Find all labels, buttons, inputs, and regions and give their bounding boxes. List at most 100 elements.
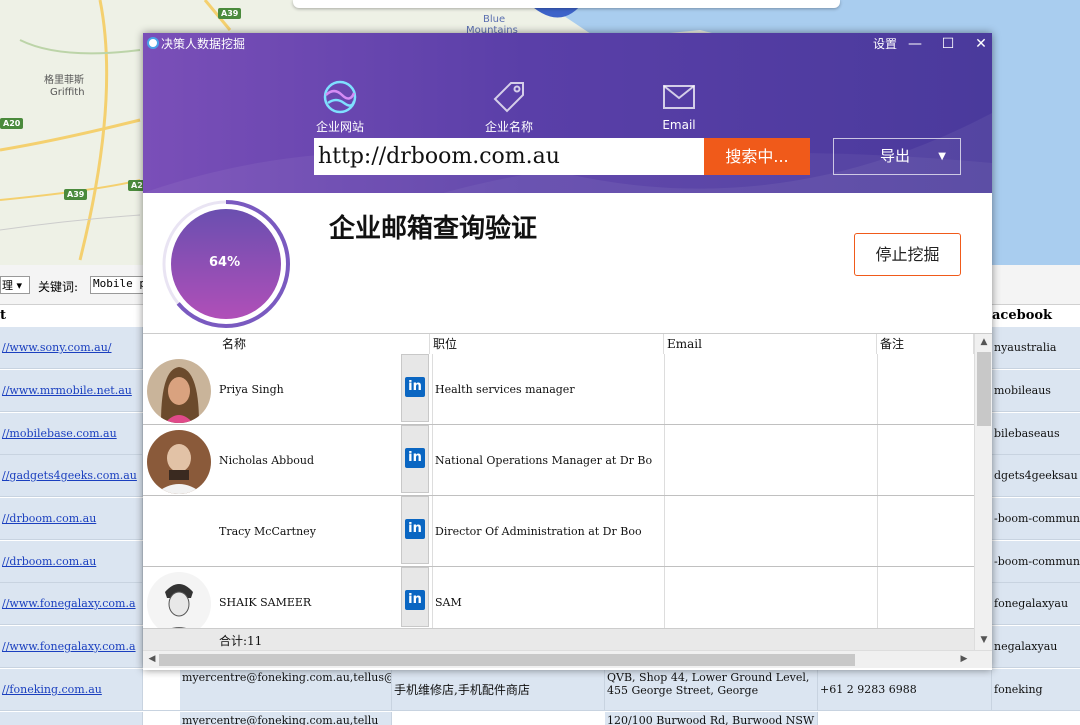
export-label: 导出 bbox=[880, 147, 911, 165]
table-row: myercentre@foneking.com.au,tellu 120/100… bbox=[0, 712, 1080, 725]
avatar bbox=[147, 572, 211, 636]
road-shield: A20 bbox=[0, 118, 24, 129]
tab-label: 企业名称 bbox=[484, 120, 533, 134]
scroll-right-icon[interactable]: ▶ bbox=[955, 654, 973, 664]
tag-icon bbox=[489, 78, 529, 116]
tab-label: Email bbox=[662, 118, 696, 132]
table-row[interactable]: Priya Singh in Health services manager bbox=[143, 354, 974, 425]
linkedin-icon[interactable]: in bbox=[405, 448, 425, 468]
avatar bbox=[147, 430, 211, 494]
facebook-cell: -boom-communic s-498650420145 bbox=[992, 498, 1080, 539]
person-name: Priya Singh bbox=[219, 383, 284, 396]
section-title: 企业邮箱查询验证 bbox=[329, 214, 538, 244]
main-window: 决策人数据挖掘 设置 — ☐ ✕ 企业网站 企业名称 Email http://… bbox=[143, 33, 992, 670]
website-link[interactable] bbox=[0, 712, 143, 725]
progress-percent: 64% bbox=[209, 255, 241, 270]
linkedin-cell: in bbox=[401, 425, 429, 493]
facebook-cell: nyaustralia bbox=[992, 327, 1080, 368]
facebook-cell: bilebaseaus bbox=[992, 413, 1080, 454]
linkedin-icon[interactable]: in bbox=[405, 519, 425, 539]
avatar bbox=[147, 359, 211, 423]
website-link[interactable]: //drboom.com.au bbox=[0, 498, 143, 539]
website-link[interactable]: //www.mrmobile.net.au bbox=[0, 370, 143, 411]
minimize-button[interactable]: — bbox=[904, 33, 926, 55]
road-shield: A39 bbox=[218, 8, 242, 19]
table-row: //foneking.com.au myercentre@foneking.co… bbox=[0, 669, 1080, 711]
tab-company-name[interactable]: 企业名称 bbox=[469, 78, 549, 135]
facebook-cell: foneking bbox=[992, 669, 1080, 710]
column-header-position: 职位 bbox=[430, 334, 664, 354]
person-name: SHAIK SAMEER bbox=[219, 596, 312, 609]
address-cell: 120/100 Burwood Rd, Burwood NSW bbox=[605, 712, 818, 725]
scroll-thumb[interactable] bbox=[977, 352, 991, 426]
email-cell: myercentre@foneking.com.au,tellu bbox=[180, 712, 392, 725]
website-link[interactable]: //mobilebase.com.au bbox=[0, 413, 143, 454]
table-row[interactable]: Tracy McCartney in Director Of Administr… bbox=[143, 496, 974, 567]
progress-area: 64% 企业邮箱查询验证 停止挖掘 bbox=[143, 193, 992, 333]
table-row[interactable]: Nicholas Abboud in National Operations M… bbox=[143, 425, 974, 496]
settings-button[interactable]: 设置 bbox=[873, 35, 897, 52]
person-position: National Operations Manager at Dr Bo bbox=[432, 425, 662, 495]
stop-mining-button[interactable]: 停止挖掘 bbox=[854, 233, 961, 276]
email-cell: myercentre@foneking.com.au,tellus@foneki… bbox=[180, 669, 392, 710]
people-table: 名称 职位 Email 备注 Priya Singh in Health ser… bbox=[143, 333, 992, 670]
linkedin-icon[interactable]: in bbox=[405, 377, 425, 397]
window-title: 决策人数据挖掘 bbox=[161, 37, 246, 51]
column-header-website: t bbox=[0, 308, 7, 323]
map-place-label: 格里菲斯 bbox=[44, 75, 84, 86]
export-button[interactable]: 导出 ▼ bbox=[833, 138, 961, 175]
map-popup bbox=[293, 0, 840, 8]
facebook-cell: dgets4geeksau bbox=[992, 455, 1080, 496]
table-footer: 合计:11 bbox=[143, 628, 974, 650]
map-place-label: Griffith bbox=[50, 87, 85, 98]
website-link[interactable]: //www.sony.com.au/ bbox=[0, 327, 143, 368]
address-cell: QVB, Shop 44, Lower Ground Level, 455 Ge… bbox=[605, 669, 818, 710]
url-input[interactable]: http://drboom.com.au bbox=[314, 138, 704, 175]
category-select[interactable]: 理 ▾ bbox=[0, 276, 30, 294]
linkedin-icon[interactable]: in bbox=[405, 590, 425, 610]
website-link[interactable]: //foneking.com.au bbox=[0, 669, 143, 710]
category-cell: 手机维修店,手机配件商店 bbox=[392, 669, 605, 710]
website-link[interactable]: //www.fonegalaxy.com.a bbox=[0, 583, 143, 624]
scroll-down-icon[interactable]: ▼ bbox=[975, 635, 992, 645]
person-name: Tracy McCartney bbox=[219, 525, 316, 538]
globe-icon bbox=[320, 78, 360, 116]
total-count: 合计:11 bbox=[219, 634, 263, 648]
facebook-cell: mobileaus bbox=[992, 370, 1080, 411]
horizontal-scrollbar[interactable]: ◀ ▶ bbox=[143, 650, 992, 668]
close-button[interactable]: ✕ bbox=[970, 33, 992, 55]
scroll-thumb[interactable] bbox=[159, 654, 855, 666]
chevron-down-icon: ▼ bbox=[938, 151, 946, 162]
tab-email[interactable]: Email bbox=[639, 78, 719, 132]
person-position: Director Of Administration at Dr Boo bbox=[432, 496, 662, 566]
window-header: 决策人数据挖掘 设置 — ☐ ✕ 企业网站 企业名称 Email http://… bbox=[143, 33, 992, 193]
person-position: Health services manager bbox=[432, 354, 662, 424]
website-link[interactable]: //drboom.com.au bbox=[0, 541, 143, 582]
facebook-cell: negalaxyau bbox=[992, 626, 1080, 667]
vertical-scrollbar[interactable]: ▲ ▼ bbox=[974, 334, 992, 650]
linkedin-cell: in bbox=[401, 354, 429, 422]
phone-cell: +61 2 9283 6988 bbox=[818, 669, 992, 710]
maximize-button[interactable]: ☐ bbox=[937, 33, 959, 55]
person-name: Nicholas Abboud bbox=[219, 454, 315, 467]
table-row[interactable]: SHAIK SAMEER in SAM bbox=[143, 567, 974, 636]
map-place-label: Blue bbox=[483, 14, 506, 25]
column-header-email: Email bbox=[664, 334, 877, 354]
tab-company-website[interactable]: 企业网站 bbox=[300, 78, 380, 135]
keyword-input[interactable]: Mobile p bbox=[90, 276, 150, 294]
tab-label: 企业网站 bbox=[315, 120, 364, 134]
column-header-facebook: acebook bbox=[992, 308, 1053, 323]
scroll-up-icon[interactable]: ▲ bbox=[975, 337, 992, 347]
website-link[interactable]: //gadgets4geeks.com.au bbox=[0, 455, 143, 496]
facebook-cell: fonegalaxyau bbox=[992, 583, 1080, 624]
app-logo-icon bbox=[147, 37, 159, 49]
road-shield: A39 bbox=[64, 189, 88, 200]
linkedin-cell: in bbox=[401, 496, 429, 564]
website-link[interactable]: //www.fonegalaxy.com.a bbox=[0, 626, 143, 667]
facebook-cell: -boom-communic s-498650420145 bbox=[992, 541, 1080, 582]
mail-icon bbox=[659, 78, 699, 116]
person-position: SAM bbox=[432, 567, 662, 628]
keyword-label: 关键词: bbox=[38, 280, 79, 294]
search-button[interactable]: 搜索中... bbox=[704, 138, 810, 175]
linkedin-cell: in bbox=[401, 567, 429, 627]
